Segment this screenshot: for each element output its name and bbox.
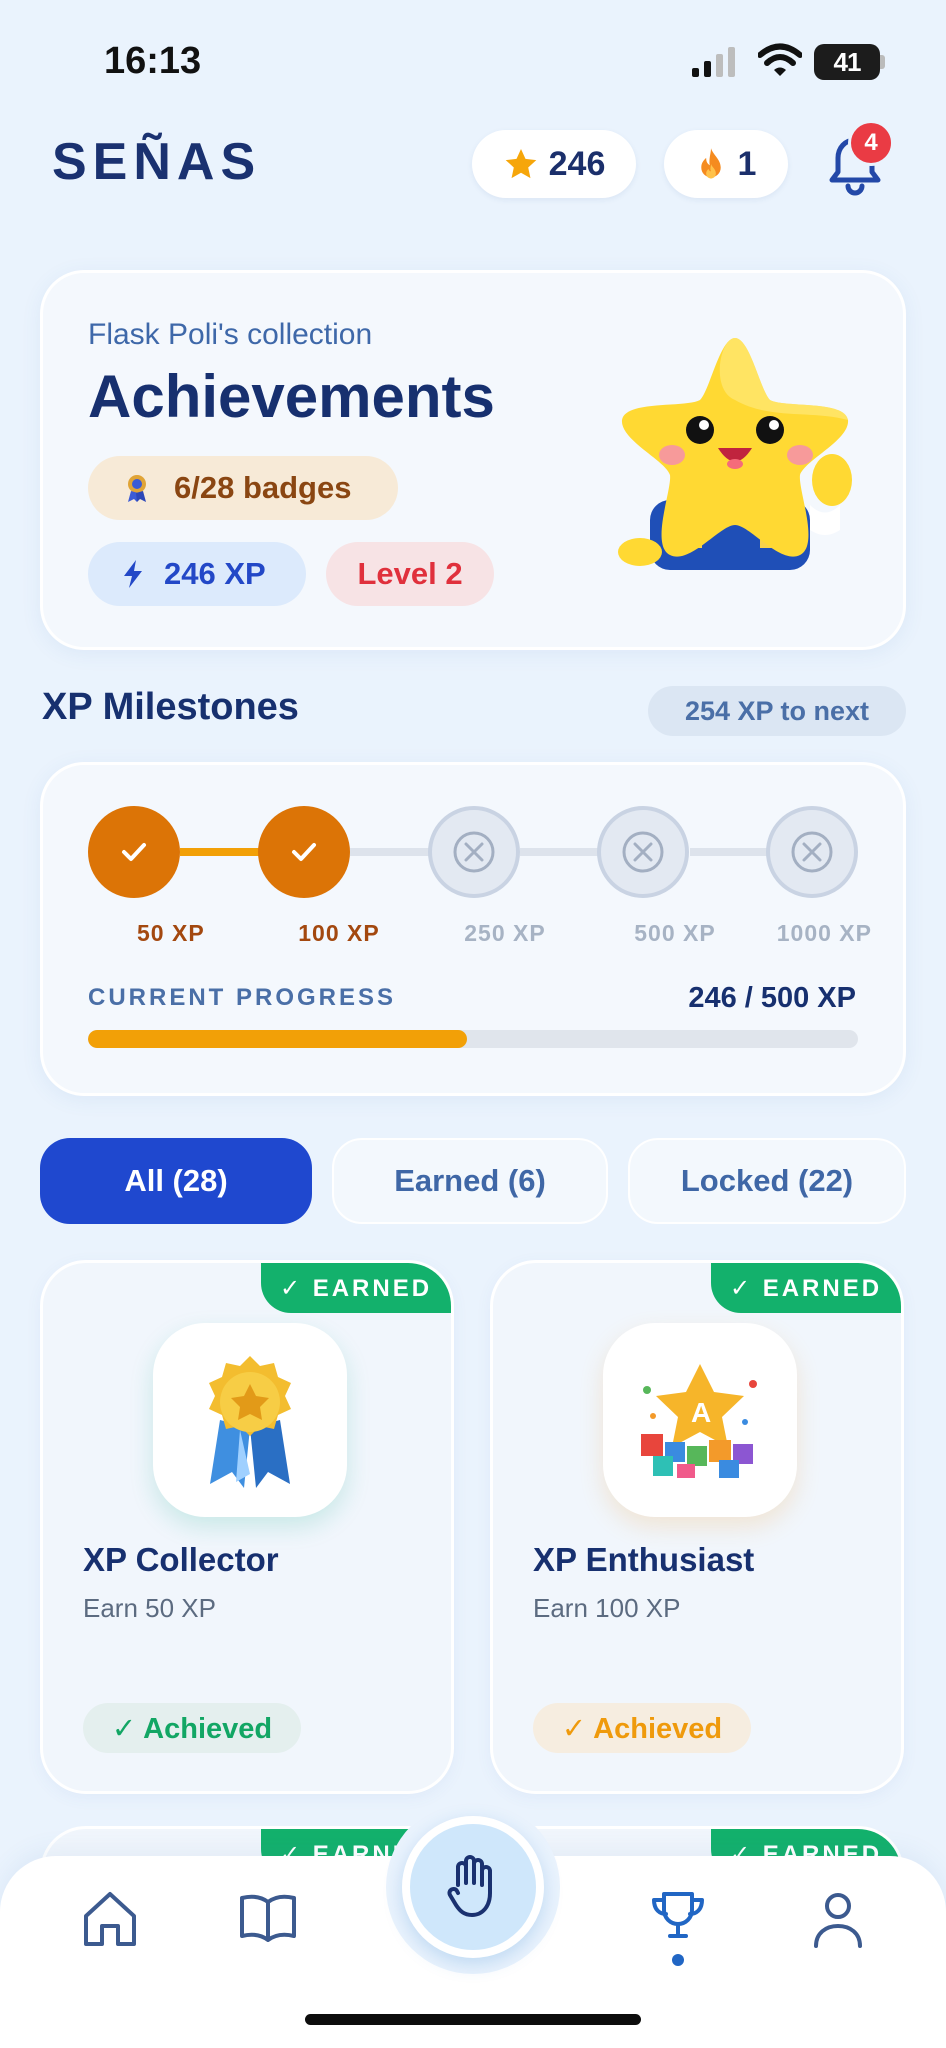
stars-counter[interactable]: 246: [472, 130, 636, 198]
collection-owner: Flask Poli's collection: [88, 318, 373, 351]
check-icon: [122, 843, 146, 861]
badge-icon-tile: [153, 1323, 347, 1517]
earned-ribbon: ✓ EARNED: [711, 1263, 901, 1313]
tab-all[interactable]: All (28): [40, 1138, 312, 1224]
battery-level: 41: [833, 46, 862, 77]
active-nav-dot: [672, 1954, 684, 1966]
level-chip: Level 2: [326, 542, 494, 606]
notification-badge: 4: [848, 120, 894, 166]
home-indicator: [305, 2014, 641, 2025]
battery-icon: 41: [814, 44, 880, 80]
status-bar: 16:13 41: [0, 0, 946, 120]
badges-count-chip: 6/28 badges: [88, 456, 398, 520]
wifi-icon: [758, 43, 802, 76]
hand-icon: [447, 1855, 492, 1917]
stars-count: 246: [548, 144, 606, 183]
progress-bar: [88, 1030, 858, 1048]
star-blocks-icon: A: [641, 1364, 757, 1478]
progress-value: 246 / 500 XP: [688, 982, 856, 1014]
badges-count: 6/28 badges: [174, 470, 352, 505]
xp-to-next-chip: 254 XP to next: [648, 686, 906, 736]
locked-x-icon: [453, 831, 495, 873]
badge-card[interactable]: ✓ EARNED XP Collector Earn 50 XP ✓ Achie…: [40, 1260, 454, 1794]
book-icon[interactable]: [238, 1888, 298, 1950]
medal-icon: [209, 1356, 291, 1488]
milestone-node-100: [258, 806, 350, 898]
streak-count: 1: [737, 144, 757, 183]
xp-total: 246 XP: [164, 556, 266, 591]
milestone-node-500: [597, 806, 689, 898]
xp-chip: 246 XP: [88, 542, 306, 606]
status-time: 16:13: [104, 40, 202, 82]
profile-icon[interactable]: [808, 1888, 868, 1950]
home-icon[interactable]: [80, 1888, 140, 1950]
milestone-node-50: [88, 806, 180, 898]
star-mascot-icon: [618, 338, 852, 570]
svg-text:A: A: [691, 1397, 711, 1428]
milestone-connector: [350, 848, 440, 856]
signal-icon: [692, 47, 735, 77]
star-icon: [505, 149, 536, 179]
milestone-connector: [180, 848, 270, 856]
badge-card[interactable]: ✓ EARNED A XP Enthusiast Earn 100 XP ✓ A…: [490, 1260, 904, 1794]
trophy-icon[interactable]: [648, 1888, 708, 1950]
ribbon-icon: [128, 475, 146, 502]
sign-practice-button[interactable]: [402, 1816, 544, 1958]
badge-title: XP Enthusiast: [533, 1541, 755, 1578]
earned-ribbon: ✓ EARNED: [261, 1263, 451, 1313]
milestone-label: 100 XP: [298, 920, 380, 946]
badge-description: Earn 50 XP: [83, 1593, 216, 1623]
locked-x-icon: [791, 831, 833, 873]
badge-status: ✓ Achieved: [83, 1703, 301, 1753]
milestone-label: 1000 XP: [776, 920, 872, 946]
streak-counter[interactable]: 1: [664, 130, 788, 198]
milestone-label: 500 XP: [634, 920, 716, 946]
battery-cap: [880, 55, 885, 69]
flame-icon: [700, 148, 721, 179]
milestone-node-1000: [766, 806, 858, 898]
locked-x-icon: [622, 831, 664, 873]
lightning-icon: [124, 560, 142, 588]
milestone-label: 250 XP: [464, 920, 546, 946]
badge-status: ✓ Achieved: [533, 1703, 751, 1753]
milestone-node-250: [428, 806, 520, 898]
tab-earned[interactable]: Earned (6): [332, 1138, 608, 1224]
milestone-label: 50 XP: [137, 920, 205, 946]
app-logo: SEÑAS: [52, 133, 262, 191]
badge-description: Earn 100 XP: [533, 1593, 681, 1623]
progress-label: CURRENT PROGRESS: [88, 984, 397, 1011]
progress-bar-fill: [88, 1030, 467, 1048]
badge-icon-tile: A: [603, 1323, 797, 1517]
milestones-title: XP Milestones: [42, 686, 299, 728]
badge-title: XP Collector: [83, 1541, 279, 1578]
page-title: Achievements: [88, 363, 495, 430]
tab-locked[interactable]: Locked (22): [628, 1138, 906, 1224]
check-icon: [292, 843, 316, 861]
